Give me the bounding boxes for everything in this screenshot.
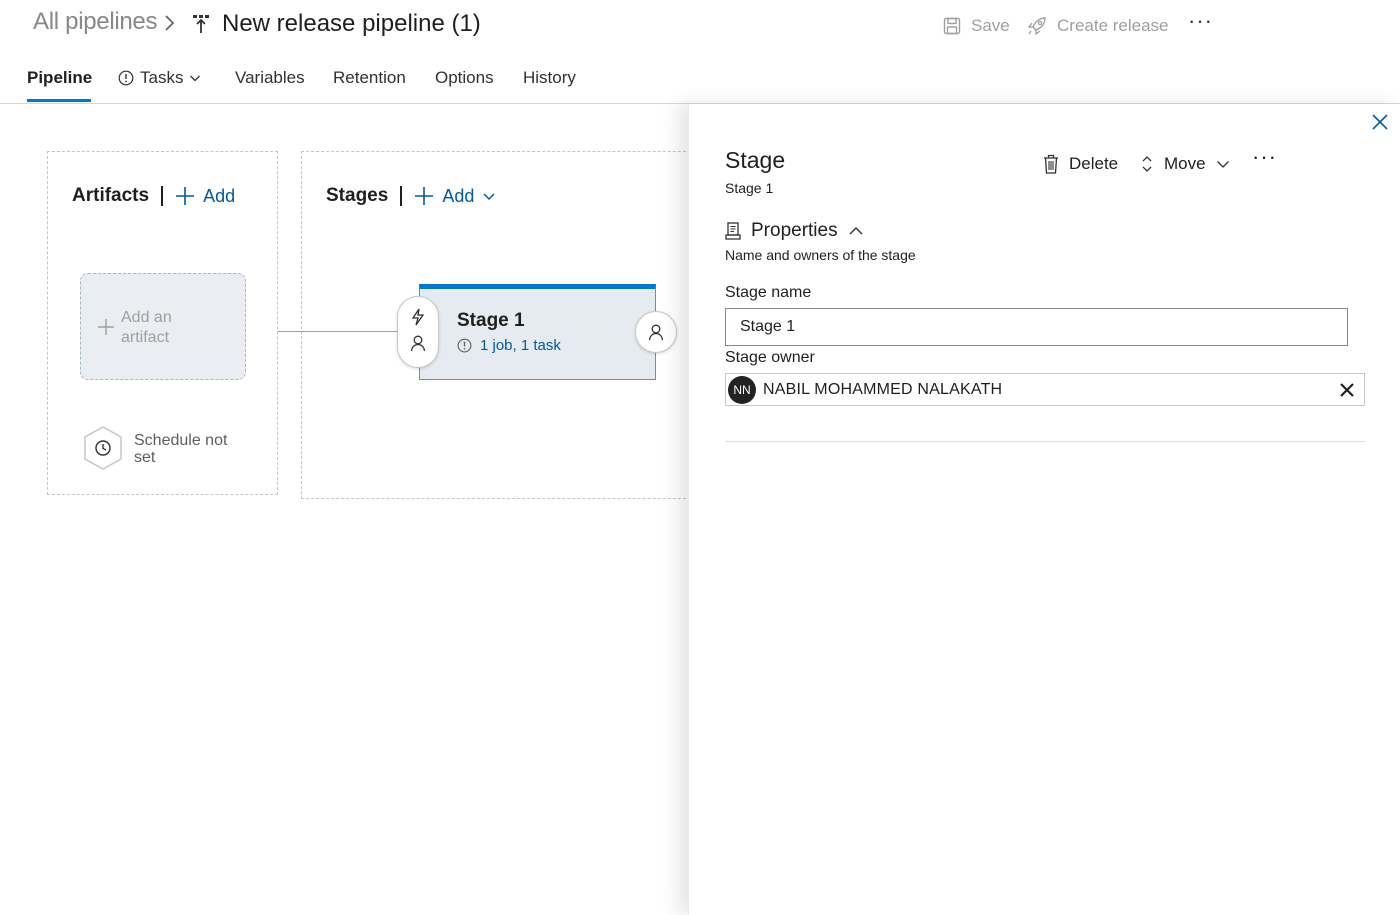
save-label: Save	[971, 16, 1010, 35]
delete-stage-button[interactable]: Delete	[1043, 154, 1118, 174]
stage-owner-label: Stage owner	[725, 349, 815, 366]
create-release-label: Create release	[1057, 16, 1169, 35]
up-down-chevron-icon	[1142, 156, 1152, 172]
header-separator	[400, 186, 403, 206]
artifacts-title: Artifacts	[72, 185, 150, 206]
move-stage-button[interactable]: Move	[1140, 154, 1230, 174]
tab-retention[interactable]: Retention	[333, 68, 406, 88]
properties-description: Name and owners of the stage	[725, 247, 916, 263]
pipeline-title: New release pipeline (1)	[222, 10, 481, 37]
stage-card[interactable]: Stage 1 1 job, 1 task	[419, 284, 656, 380]
stage-card-name: Stage 1	[457, 310, 525, 331]
artifacts-section: Artifacts Add Add an artifact Schedule n…	[47, 151, 278, 495]
close-icon[interactable]	[1370, 112, 1390, 132]
owner-avatar: NN	[728, 375, 756, 404]
tab-pipeline[interactable]: Pipeline	[27, 68, 92, 88]
create-release-button[interactable]: Create release	[1027, 16, 1169, 36]
tab-options[interactable]: Options	[435, 68, 494, 88]
more-actions-button[interactable]: ···	[1188, 8, 1213, 34]
rocket-icon	[1027, 17, 1046, 36]
lightning-icon	[411, 308, 425, 326]
clear-owner-icon[interactable]	[1339, 382, 1355, 398]
tab-tasks-label: Tasks	[140, 68, 184, 87]
active-tab-indicator	[27, 99, 91, 102]
page-header: All pipelines New release pipeline (1) S…	[0, 0, 1400, 104]
chevron-up-icon	[849, 227, 863, 235]
properties-heading: Properties	[751, 220, 838, 241]
properties-section-toggle[interactable]: Properties	[725, 220, 864, 242]
properties-icon	[725, 222, 741, 240]
stage-card-summary[interactable]: 1 job, 1 task	[457, 337, 561, 354]
add-artifact-card[interactable]: Add an artifact	[80, 273, 246, 380]
chevron-down-icon	[1216, 161, 1229, 168]
info-circle-icon	[118, 70, 134, 86]
stage-jobs-link[interactable]: 1 job	[480, 337, 513, 354]
header-separator	[161, 186, 164, 206]
stage-name-input[interactable]	[725, 308, 1348, 346]
save-button[interactable]: Save	[943, 16, 1010, 36]
panel-more-button[interactable]: ···	[1252, 144, 1277, 170]
owner-name: NABIL MOHAMMED NALAKATH	[763, 380, 1003, 398]
info-circle-icon	[457, 338, 472, 353]
stage-name-label: Stage name	[725, 284, 812, 301]
chevron-down-icon	[190, 75, 201, 82]
person-icon	[648, 324, 664, 341]
plus-icon	[98, 319, 114, 335]
artifacts-header: Artifacts Add	[72, 185, 235, 207]
stage-details-panel: Stage Stage 1 Delete Move ··· Properties…	[688, 104, 1400, 915]
delete-label: Delete	[1069, 154, 1119, 173]
plus-icon	[415, 187, 434, 205]
trash-icon	[1044, 154, 1058, 174]
chevron-right-icon	[165, 15, 175, 31]
tab-tasks[interactable]: Tasks	[118, 68, 201, 88]
release-pipeline-icon	[193, 15, 209, 33]
person-icon	[410, 335, 426, 352]
save-icon	[943, 17, 961, 35]
stage-owner-picker[interactable]: NN NABIL MOHAMMED NALAKATH	[725, 373, 1365, 406]
pre-deployment-conditions[interactable]	[397, 296, 439, 368]
tab-variables[interactable]: Variables	[235, 68, 305, 88]
stage-tasks-link[interactable]: 1 task	[521, 337, 561, 354]
add-stage-link[interactable]: Add	[414, 186, 496, 207]
add-artifact-text: Add an artifact	[121, 309, 172, 346]
schedule-status: Schedule not set	[134, 432, 228, 466]
section-divider	[725, 441, 1365, 442]
pipeline-canvas: Artifacts Add Add an artifact Schedule n…	[0, 104, 700, 915]
breadcrumb-all-pipelines[interactable]: All pipelines	[33, 8, 157, 36]
add-artifact-link-label: Add	[203, 185, 236, 206]
add-artifact-link[interactable]: Add	[175, 186, 235, 207]
add-stage-link-label: Add	[442, 185, 475, 206]
artifact-stage-connector	[278, 331, 400, 332]
stages-header: Stages Add	[326, 185, 496, 207]
move-label: Move	[1164, 154, 1206, 173]
plus-icon	[176, 187, 195, 205]
tab-history[interactable]: History	[523, 68, 576, 88]
panel-title: Stage	[725, 147, 786, 173]
chevron-down-icon	[483, 193, 495, 201]
panel-subtitle: Stage 1	[725, 180, 774, 196]
schedule-clock-icon	[84, 426, 122, 470]
schedule-trigger[interactable]: Schedule not set	[82, 425, 227, 476]
stages-title: Stages	[326, 185, 389, 206]
post-deployment-conditions[interactable]	[635, 311, 677, 353]
